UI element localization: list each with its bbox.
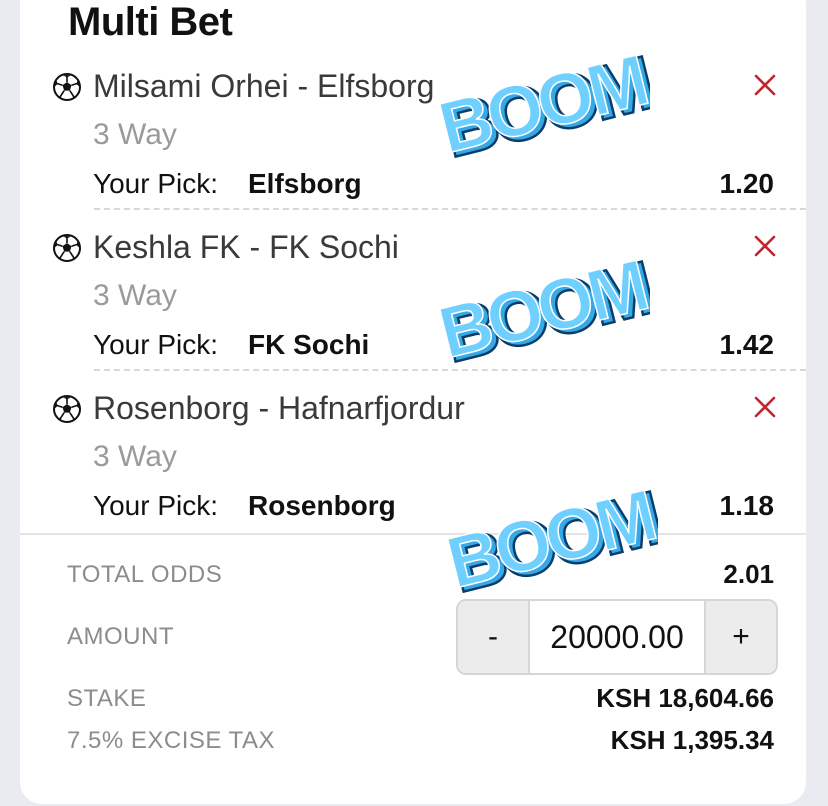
pick-value: FK Sochi <box>248 329 370 360</box>
bet-item: Rosenborg - Hafnarfjordur 3 Way Your Pic… <box>20 372 806 531</box>
stake-value: KSH 18,604.66 <box>596 683 774 713</box>
bet-summary: TOTAL ODDS 2.01 AMOUNT - + STAKE KSH 18,… <box>20 533 806 804</box>
page-title: Multi Bet <box>68 0 233 44</box>
bet-slip-card: Multi Bet Milsami Orhei - Elfsborg 3 Way… <box>20 0 806 804</box>
bet-odds: 1.20 <box>719 168 775 199</box>
soccer-ball-icon <box>53 395 81 423</box>
decrease-amount-button[interactable]: - <box>458 601 530 673</box>
market-type: 3 Way <box>93 118 177 151</box>
pick-label: Your Pick: <box>93 329 219 360</box>
market-type: 3 Way <box>93 440 177 473</box>
excise-tax-label: 7.5% EXCISE TAX <box>67 727 276 754</box>
amount-label: AMOUNT <box>67 623 174 650</box>
total-odds-value: 2.01 <box>723 559 774 589</box>
match-name: Milsami Orhei - Elfsborg <box>93 68 435 104</box>
pick-value: Elfsborg <box>248 168 362 199</box>
match-name: Keshla FK - FK Sochi <box>93 229 399 265</box>
soccer-ball-icon <box>53 234 81 262</box>
divider <box>94 369 806 371</box>
market-type: 3 Way <box>93 279 177 312</box>
pick-label: Your Pick: <box>93 490 219 521</box>
increase-amount-button[interactable]: + <box>704 601 776 673</box>
bet-list: Milsami Orhei - Elfsborg 3 Way Your Pick… <box>20 50 806 531</box>
bet-odds: 1.18 <box>719 490 775 521</box>
bet-odds: 1.42 <box>719 329 775 360</box>
close-icon[interactable] <box>752 72 778 98</box>
soccer-ball-icon <box>53 73 81 101</box>
close-icon[interactable] <box>752 233 778 259</box>
bet-item: Milsami Orhei - Elfsborg 3 Way Your Pick… <box>20 50 806 210</box>
divider <box>94 208 806 210</box>
amount-input[interactable] <box>530 601 704 673</box>
bet-item: Keshla FK - FK Sochi 3 Way Your Pick: FK… <box>20 211 806 371</box>
pick-value: Rosenborg <box>248 490 396 521</box>
total-odds-label: TOTAL ODDS <box>67 561 223 588</box>
close-icon[interactable] <box>752 394 778 420</box>
stake-label: STAKE <box>67 685 147 712</box>
match-name: Rosenborg - Hafnarfjordur <box>93 390 465 426</box>
amount-stepper: - + <box>456 599 778 675</box>
pick-label: Your Pick: <box>93 168 219 199</box>
excise-tax-value: KSH 1,395.34 <box>610 725 774 755</box>
